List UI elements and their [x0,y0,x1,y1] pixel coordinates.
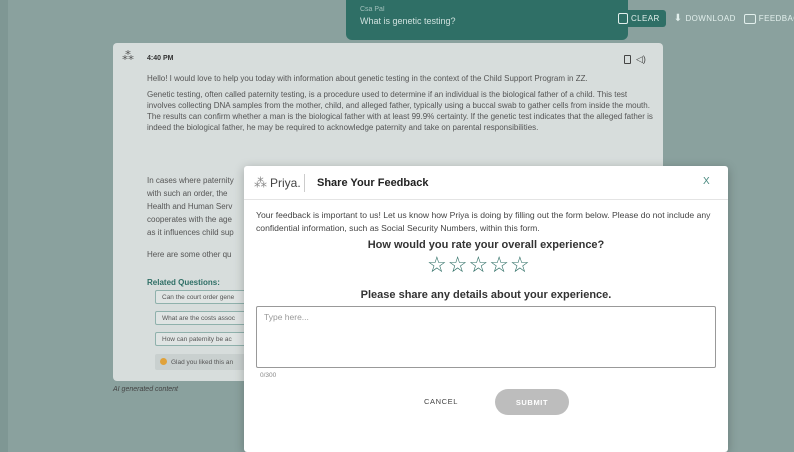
priya-logo-icon: ⁂ [122,49,134,63]
header-rule [244,199,728,200]
feedback-label: FEEDBAC [758,14,794,23]
chat-toolbar: CLEAR ⬇ DOWNLOAD FEEDBAC [612,10,794,27]
clear-label: CLEAR [631,14,660,23]
details-question: Please share any details about your expe… [360,289,612,301]
message-header: ⁂ 4:40 PM ◁) [113,43,663,65]
related-question[interactable]: Can the court order gene [155,290,255,304]
smile-emoji-icon [160,358,167,365]
char-counter: 0/300 [260,372,277,379]
user-message-text: What is genetic testing? [360,16,456,26]
star-icon[interactable]: ☆ [448,254,468,276]
priya-star-icon: ⁂ [254,175,267,190]
star-icon[interactable]: ☆ [510,254,530,276]
priya-logo-text: Priya. [270,176,301,190]
download-icon: ⬇ [673,13,683,24]
feedback-modal: ⁂ Priya. Share Your Feedback X Your feed… [244,166,728,452]
cancel-button[interactable]: CANCEL [424,397,458,406]
star-rating: ☆ ☆ ☆ ☆ ☆ [427,254,530,276]
feedback-icon [743,13,756,24]
related-question[interactable]: How can paternity be ac [155,332,255,346]
feedback-textarea[interactable] [256,306,716,368]
copy-icon[interactable] [624,55,631,64]
user-name: Csa Pal [360,6,385,13]
message-paragraph: Genetic testing, often called paternity … [147,90,653,132]
user-message-bubble: Csa Pal What is genetic testing? [346,0,628,40]
close-button[interactable]: X [703,176,710,187]
star-icon[interactable]: ☆ [489,254,509,276]
ai-generated-note: AI generated content [113,386,178,393]
message-paragraph: Hello! I would love to help you today wi… [147,74,588,83]
speaker-icon[interactable]: ◁) [636,54,646,65]
clear-icon [618,13,628,24]
download-label: DOWNLOAD [685,14,736,23]
related-question[interactable]: What are the costs assoc [155,311,255,325]
message-time: 4:40 PM [147,55,174,62]
related-questions-label: Related Questions: [147,278,220,287]
submit-button[interactable]: SUBMIT [495,389,569,415]
rating-question: How would you rate your overall experien… [367,239,605,251]
download-button[interactable]: ⬇ DOWNLOAD [674,13,736,24]
clear-button[interactable]: CLEAR [612,10,666,27]
star-icon[interactable]: ☆ [427,254,447,276]
header-divider [304,174,305,192]
priya-logo: ⁂ Priya. [254,175,301,191]
modal-title: Share Your Feedback [317,177,429,189]
feedback-intro: Your feedback is important to us! Let us… [256,210,711,233]
feedback-button[interactable]: FEEDBAC [743,13,794,24]
glad-text: Glad you liked this an [171,359,234,366]
star-icon[interactable]: ☆ [468,254,488,276]
